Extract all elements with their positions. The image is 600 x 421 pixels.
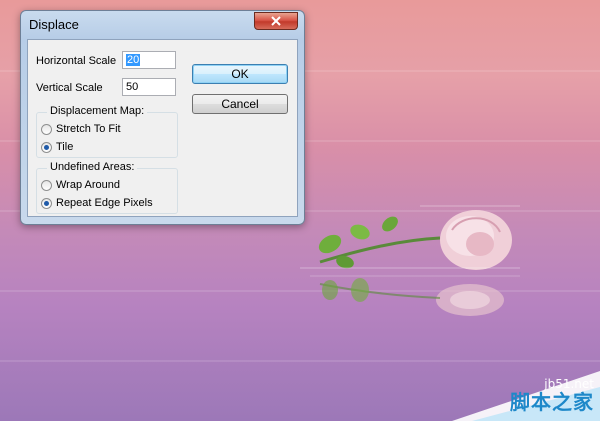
vertical-scale-value: 50 (126, 81, 139, 93)
radio-stretch-to-fit[interactable]: Stretch To Fit (41, 123, 121, 135)
watermark-name: 脚本之家 (510, 390, 594, 414)
radio-button[interactable] (41, 123, 52, 135)
vertical-scale-label: Vertical Scale (36, 82, 103, 94)
radio-label: Stretch To Fit (56, 123, 121, 135)
radio-button-selected[interactable] (41, 197, 52, 209)
radio-repeat-edge-pixels[interactable]: Repeat Edge Pixels (41, 197, 153, 209)
horizontal-scale-input[interactable]: 20 (122, 51, 176, 69)
dialog-title: Displace (29, 17, 79, 32)
close-icon (271, 16, 281, 26)
title-bar[interactable]: Displace (21, 11, 304, 37)
undefined-areas-group: Undefined Areas: Wrap Around Repeat Edge… (36, 161, 178, 214)
radio-wrap-around[interactable]: Wrap Around (41, 179, 120, 191)
undefined-areas-legend: Undefined Areas: (47, 161, 138, 173)
horizontal-scale-value: 20 (126, 54, 141, 66)
radio-button-selected[interactable] (41, 141, 52, 153)
radio-label: Tile (56, 141, 74, 153)
radio-tile[interactable]: Tile (41, 141, 73, 153)
radio-label: Wrap Around (56, 179, 121, 191)
ok-button[interactable]: OK (192, 64, 288, 84)
watermark: jb51.net 脚本之家 (452, 341, 600, 421)
cancel-button[interactable]: Cancel (192, 94, 288, 114)
radio-button[interactable] (41, 179, 52, 191)
radio-label: Repeat Edge Pixels (56, 197, 153, 209)
horizontal-scale-label: Horizontal Scale (36, 55, 117, 67)
close-button[interactable] (254, 12, 298, 30)
displace-dialog: Displace Horizontal Scale 20 Vertical Sc… (20, 10, 305, 225)
displacement-map-legend: Displacement Map: (47, 105, 148, 117)
displacement-map-group: Displacement Map: Stretch To Fit Tile (36, 105, 178, 158)
vertical-scale-input[interactable]: 50 (122, 78, 176, 96)
dialog-client: Horizontal Scale 20 Vertical Scale 50 Di… (27, 39, 298, 217)
